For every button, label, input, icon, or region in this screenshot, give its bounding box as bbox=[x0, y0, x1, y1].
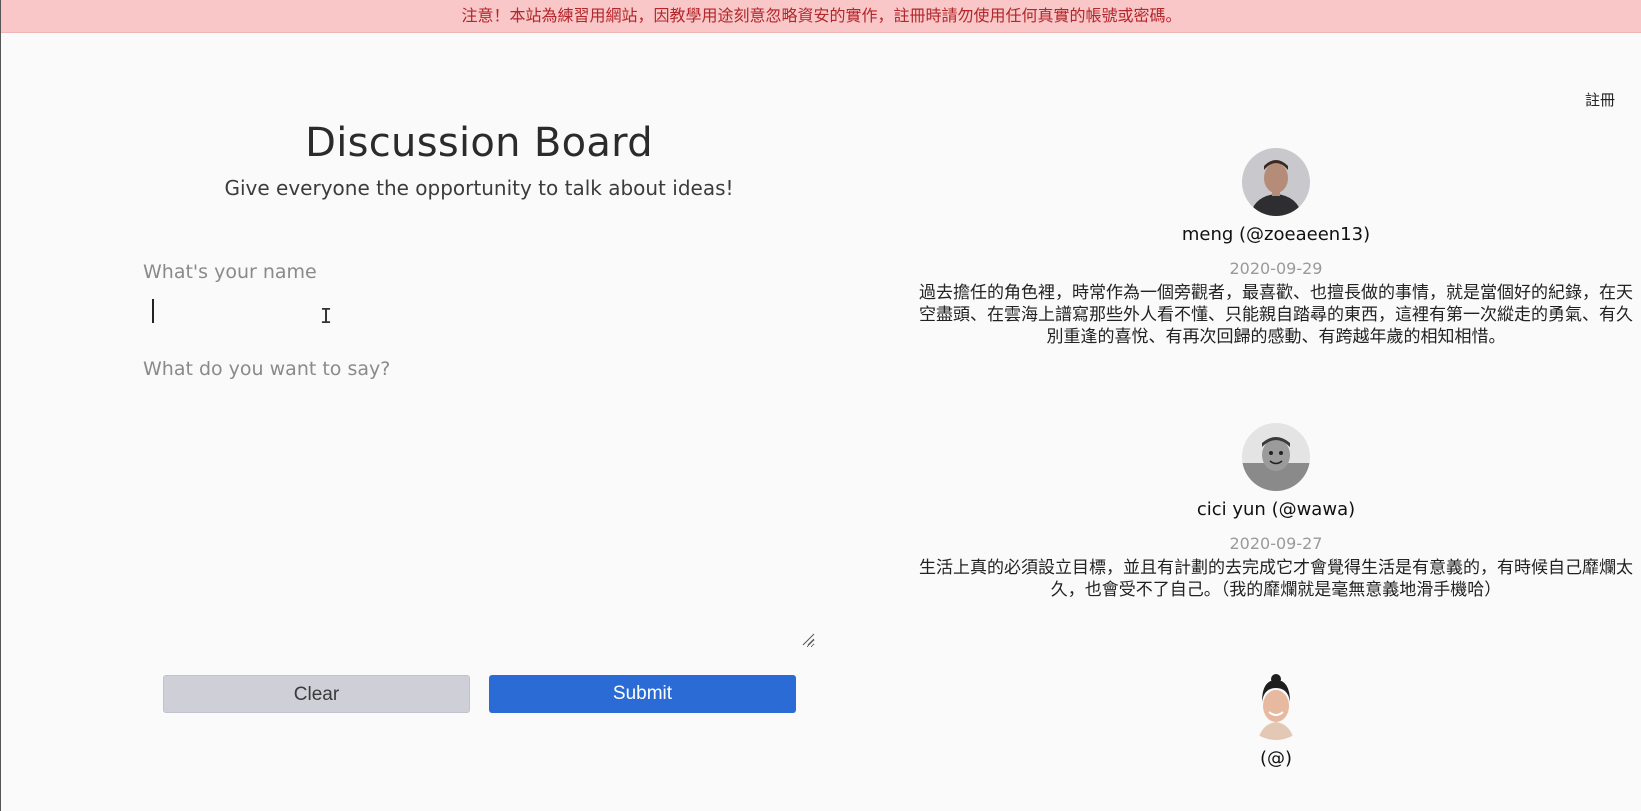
text-caret bbox=[152, 299, 154, 323]
clear-button[interactable]: Clear bbox=[163, 675, 470, 713]
message-textarea[interactable] bbox=[143, 390, 815, 648]
avatar-woman-icon bbox=[1242, 672, 1310, 740]
post-author: meng (@zoeaeen13) bbox=[1181, 224, 1371, 245]
ibeam-cursor-icon: I bbox=[320, 304, 333, 328]
page: 注意！本站為練習用網站，因教學用途刻意忽略資安的實作，註冊時請勿使用任何真實的帳… bbox=[0, 0, 1641, 811]
name-label: What's your name bbox=[143, 261, 317, 283]
post-author: cici yun (@wawa) bbox=[1196, 499, 1356, 520]
warning-banner: 注意！本站為練習用網站，因教學用途刻意忽略資安的實作，註冊時請勿使用任何真實的帳… bbox=[1, 0, 1641, 33]
message-label: What do you want to say? bbox=[143, 358, 391, 380]
page-title: Discussion Board bbox=[305, 120, 653, 166]
post-date: 2020-09-29 bbox=[1229, 259, 1323, 278]
post-body: 過去擔任的角色裡，時常作為一個旁觀者，最喜歡、也擅長做的事情，就是當個好的紀錄，… bbox=[919, 283, 1633, 347]
post-body: 生活上真的必須設立目標，並且有計劃的去完成它才會覺得生活是有意義的，有時候自己靡… bbox=[919, 558, 1633, 600]
discussion-form: Discussion Board Give everyone the oppor… bbox=[143, 120, 815, 713]
post-item: cici yun (@wawa) 2020-09-27 生活上真的必須設立目標，… bbox=[911, 423, 1641, 601]
post-item: meng (@zoeaeen13) 2020-09-29 過去擔任的角色裡，時常… bbox=[911, 148, 1641, 348]
post-author: (@) bbox=[1259, 748, 1293, 769]
post-item: (@) bbox=[911, 672, 1641, 783]
post-date: 2020-09-27 bbox=[1229, 534, 1323, 553]
resize-handle-icon[interactable] bbox=[801, 632, 815, 646]
avatar-child-icon bbox=[1242, 423, 1310, 491]
avatar-man-icon bbox=[1242, 148, 1310, 216]
name-input[interactable] bbox=[143, 290, 815, 330]
page-subtitle: Give everyone the opportunity to talk ab… bbox=[224, 176, 734, 200]
register-link[interactable]: 註冊 bbox=[1585, 89, 1615, 110]
submit-button[interactable]: Submit bbox=[489, 675, 796, 713]
